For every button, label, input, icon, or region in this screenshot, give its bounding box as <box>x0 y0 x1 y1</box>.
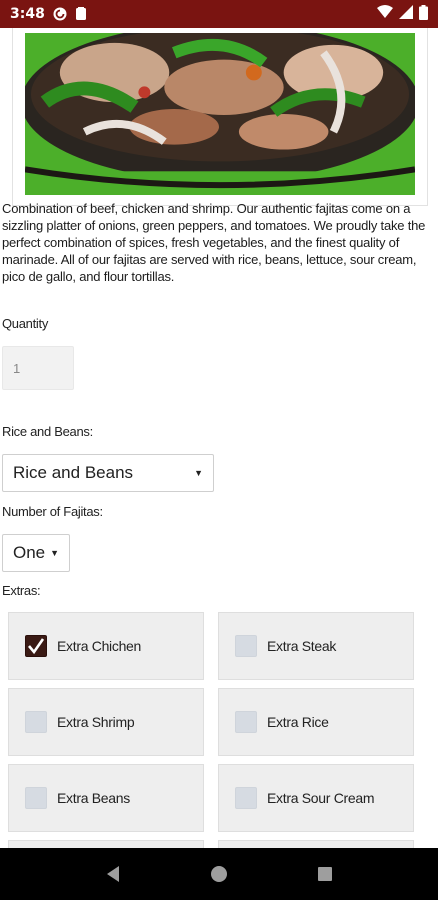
extras-label: Extras: <box>2 583 41 598</box>
battery-icon <box>419 4 428 24</box>
rice-and-beans-label: Rice and Beans: <box>2 424 93 439</box>
recents-icon[interactable] <box>305 854 345 894</box>
checkbox[interactable] <box>25 787 47 809</box>
signal-icon <box>399 5 413 23</box>
extra-option-steak[interactable]: Extra Steak <box>218 612 414 680</box>
extra-option-shrimp[interactable]: Extra Shrimp <box>8 688 204 756</box>
quantity-label: Quantity <box>2 316 49 331</box>
extra-label: Extra Chichen <box>57 638 142 654</box>
number-of-fajitas-label: Number of Fajitas: <box>2 504 103 519</box>
extra-label: Extra Shrimp <box>57 714 135 730</box>
extra-label: Extra Sour Cream <box>267 790 375 806</box>
checkmark-icon <box>28 638 45 655</box>
extra-label: Extra Beans <box>57 790 130 806</box>
extra-option-sour-cream[interactable]: Extra Sour Cream <box>218 764 414 832</box>
extra-option-beans[interactable]: Extra Beans <box>8 764 204 832</box>
clipboard-icon <box>75 7 89 21</box>
pocket-casts-icon <box>53 7 67 21</box>
number-of-fajitas-selected: One <box>13 543 46 562</box>
system-nav-bar <box>0 848 438 900</box>
extra-option-chicken[interactable]: Extra Chichen <box>8 612 204 680</box>
checkbox[interactable] <box>235 787 257 809</box>
checkbox[interactable] <box>25 711 47 733</box>
back-icon[interactable] <box>93 854 133 894</box>
number-of-fajitas-select[interactable]: One ▼ <box>2 534 70 572</box>
rice-and-beans-selected: Rice and Beans <box>13 463 134 482</box>
chevron-down-icon: ▼ <box>50 548 59 558</box>
fajitas-photo-icon <box>25 33 415 195</box>
checkbox[interactable] <box>235 635 257 657</box>
extra-label: Extra Rice <box>267 714 329 730</box>
wifi-icon <box>377 5 393 23</box>
checkbox-checked[interactable] <box>25 635 47 657</box>
extra-option-partial[interactable] <box>8 840 204 848</box>
product-description: Combination of beef, chicken and shrimp.… <box>2 201 426 284</box>
home-icon[interactable] <box>199 854 239 894</box>
product-image-frame <box>12 28 428 206</box>
extra-option-partial[interactable] <box>218 840 414 848</box>
status-time: 3:48 <box>10 6 45 22</box>
extra-option-rice[interactable]: Extra Rice <box>218 688 414 756</box>
extra-label: Extra Steak <box>267 638 337 654</box>
chevron-down-icon: ▼ <box>194 468 203 478</box>
rice-and-beans-select[interactable]: Rice and Beans ▼ <box>2 454 214 492</box>
status-bar: 3:48 <box>0 0 438 28</box>
quantity-input[interactable]: 1 <box>2 346 74 390</box>
product-detail-content[interactable]: Combination of beef, chicken and shrimp.… <box>0 28 438 848</box>
checkbox[interactable] <box>235 711 257 733</box>
